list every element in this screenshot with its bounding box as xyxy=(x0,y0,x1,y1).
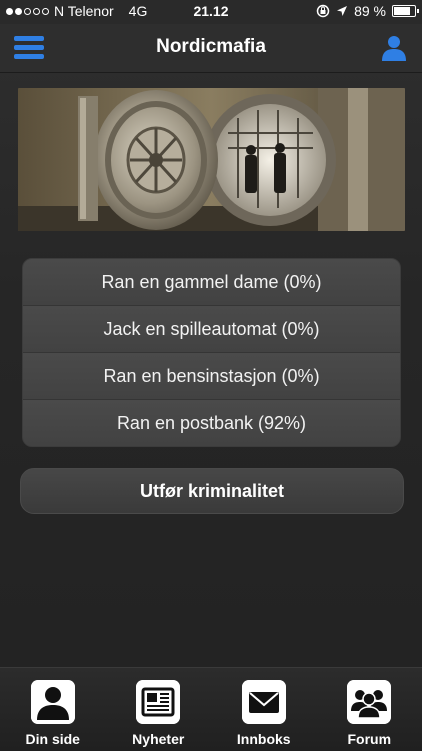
envelope-icon xyxy=(242,680,286,724)
crime-options-list: Ran en gammel dame (0%) Jack en spilleau… xyxy=(22,258,401,447)
tab-label: Innboks xyxy=(237,731,291,747)
tab-din-side[interactable]: Din side xyxy=(0,668,106,751)
rotation-lock-icon xyxy=(316,4,330,18)
tab-label: Nyheter xyxy=(132,731,184,747)
person-icon xyxy=(31,680,75,724)
tab-bar: Din side Nyheter Innboks xyxy=(0,667,422,751)
status-right: 89 % xyxy=(316,3,416,19)
status-bar: N Telenor 4G 21.12 89 % xyxy=(0,0,422,24)
user-icon[interactable] xyxy=(380,34,408,62)
tab-label: Forum xyxy=(347,731,391,747)
option-post-bank[interactable]: Ran en postbank (92%) xyxy=(23,400,400,446)
location-arrow-icon xyxy=(336,5,348,17)
battery-percent: 89 % xyxy=(354,3,386,19)
group-icon xyxy=(347,680,391,724)
tab-forum[interactable]: Forum xyxy=(317,668,422,751)
perform-crime-button[interactable]: Utfør kriminalitet xyxy=(20,468,404,514)
newspaper-icon xyxy=(136,680,180,724)
tab-label: Din side xyxy=(26,731,80,747)
page-title: Nordicmafia xyxy=(0,36,422,58)
vault-banner-image xyxy=(18,88,405,231)
tab-innboks[interactable]: Innboks xyxy=(211,668,317,751)
option-gas-station[interactable]: Ran en bensinstasjon (0%) xyxy=(23,353,400,400)
option-old-lady[interactable]: Ran en gammel dame (0%) xyxy=(23,259,400,306)
nav-bar: Nordicmafia xyxy=(0,24,422,73)
battery-icon xyxy=(392,5,416,17)
tab-nyheter[interactable]: Nyheter xyxy=(106,668,212,751)
option-slot-machine[interactable]: Jack en spilleautomat (0%) xyxy=(23,306,400,353)
